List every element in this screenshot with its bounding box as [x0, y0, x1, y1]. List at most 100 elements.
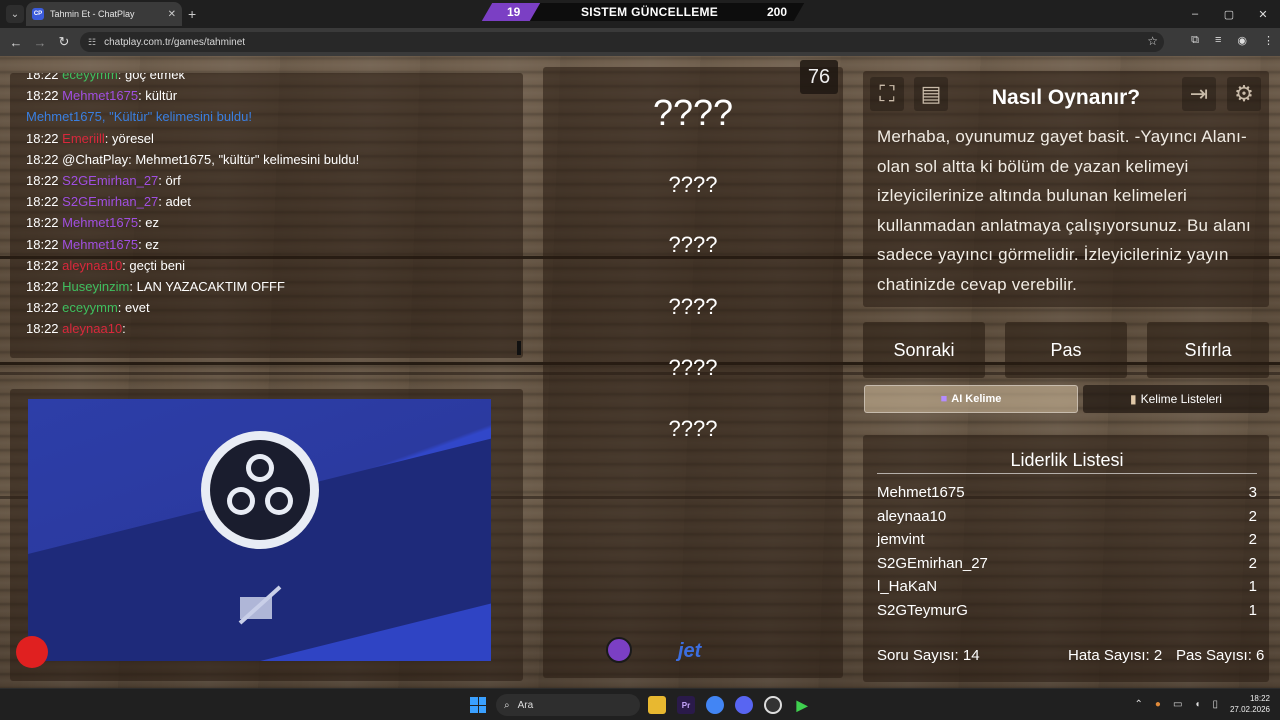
network-icon[interactable]: ▭: [1173, 699, 1182, 710]
chat-username[interactable]: aleynaa10: [62, 258, 122, 273]
leaderboard-row: S2GEmirhan_27 2: [877, 555, 1257, 572]
maximize-button[interactable]: ▢: [1212, 0, 1246, 28]
leaderboard-title: Liderlik Listesi: [1010, 450, 1124, 470]
chat-message: 18:22 Emeriill: yöresel: [26, 131, 154, 146]
chat-message: 18:22 aleynaa10: geçti beni: [26, 258, 185, 273]
pass-button[interactable]: Pas: [1005, 322, 1127, 378]
leaderboard-name: Mehmet1675: [877, 484, 965, 501]
leaderboard-row: S2GTeymurG 1: [877, 602, 1257, 619]
chat-username[interactable]: eceyymm: [62, 300, 118, 315]
reload-icon[interactable]: ↻: [52, 34, 76, 50]
leaderboard-name: S2GTeymurG: [877, 602, 968, 619]
robot-icon: ■: [940, 393, 948, 405]
leaderboard-row: Mehmet1675 3: [877, 484, 1257, 501]
chat-text: : göç etmek: [117, 73, 185, 82]
leaderboard-score: 1: [1248, 578, 1257, 596]
tab-title: Tahmin Et - ChatPlay: [50, 9, 135, 19]
site-info-icon[interactable]: ☷: [88, 37, 96, 48]
app-icon[interactable]: ▶: [793, 696, 811, 714]
chat-username[interactable]: Mehmet1675: [62, 237, 138, 252]
tab-ai-word-label: AI Kelime: [951, 393, 1002, 405]
banner-right-value: 200: [767, 5, 788, 19]
media-icon[interactable]: ≡: [1215, 34, 1221, 47]
menu-icon[interactable]: ⋮: [1263, 34, 1274, 47]
next-button[interactable]: Sonraki: [863, 322, 985, 378]
taskbar-search[interactable]: ⌕ Ara: [496, 694, 640, 716]
chat-username[interactable]: Emeriill: [62, 131, 105, 146]
chat-username[interactable]: eceyymm: [62, 73, 118, 82]
chat-username[interactable]: S2GEmirhan_27: [62, 173, 158, 188]
tab-close-icon[interactable]: ✕: [168, 9, 176, 20]
back-icon[interactable]: ←: [4, 35, 28, 50]
chat-time: 18:22: [26, 88, 59, 104]
browser-toolbar: ← → ↻ ☷ chatplay.com.tr/games/tahminet ☆…: [0, 28, 1280, 56]
obs-preview: [28, 399, 491, 661]
chat-time: 18:22: [26, 279, 59, 294]
volume-icon[interactable]: ◖: [1194, 699, 1200, 710]
chat-username[interactable]: Mehmet1675: [62, 88, 138, 103]
address-bar[interactable]: ☷ chatplay.com.tr/games/tahminet ☆: [80, 32, 1164, 52]
clock[interactable]: 18:22 27.02.2026: [1230, 693, 1270, 715]
jet-sponsor-logo: jet: [678, 640, 702, 662]
chat-text: : kültür: [138, 88, 178, 104]
profile-icon[interactable]: ◉: [1237, 34, 1247, 47]
chat-message: 18:22 eceyymm: evet: [26, 300, 150, 315]
chat-time: 18:22: [26, 257, 59, 273]
chatplay-favicon-icon: CP: [32, 8, 44, 20]
close-window-button[interactable]: ✕: [1246, 0, 1280, 28]
camera-off-icon: [238, 585, 282, 625]
file-explorer-icon[interactable]: [648, 696, 666, 714]
chat-text: : LAN YAZACAKTIM OFFF: [129, 279, 285, 294]
bookmark-star-icon[interactable]: ☆: [1147, 34, 1158, 48]
settings-gear-icon[interactable]: ⚙: [1227, 77, 1261, 111]
leaderboard-name: S2GEmirhan_27: [877, 554, 988, 572]
chat-time: 18:22: [26, 130, 59, 146]
chat-message: 18:22 eceyymm: göç etmek: [26, 73, 185, 82]
leaderboard-score: 2: [1248, 531, 1257, 549]
extensions-icon[interactable]: ⧉: [1191, 34, 1199, 47]
record-indicator: [16, 636, 48, 668]
tab-ai-word[interactable]: ■ AI Kelime: [864, 385, 1078, 413]
main-word: ????: [652, 92, 734, 133]
browser-tab[interactable]: CP Tahmin Et - ChatPlay ✕: [26, 2, 182, 26]
chat-text: @ChatPlay: Mehmet1675, "kültür" kelimesi…: [62, 151, 360, 167]
chatplay-logo-icon: [606, 637, 632, 663]
tab-word-lists[interactable]: ▮ Kelime Listeleri: [1083, 385, 1269, 413]
exit-icon[interactable]: ⇥: [1182, 77, 1216, 111]
battery-icon[interactable]: ▯: [1212, 699, 1218, 710]
chat-time: 18:22: [26, 73, 59, 82]
new-tab-button[interactable]: +: [188, 6, 196, 22]
chat-username[interactable]: Huseyinzim: [62, 279, 129, 294]
question-count: Soru Sayısı: 14: [877, 647, 980, 664]
leaderboard-name: l_HaKaN: [877, 578, 938, 596]
start-icon[interactable]: [470, 697, 486, 713]
chat-text: : geçti beni: [122, 257, 186, 273]
premiere-icon[interactable]: Pr: [677, 696, 695, 714]
chat-message: Mehmet1675, "Kültür" kelimesini buldu!: [26, 109, 252, 124]
obs-icon[interactable]: [764, 696, 782, 714]
chrome-icon[interactable]: [706, 696, 724, 714]
forward-icon[interactable]: →: [28, 35, 52, 50]
discord-icon[interactable]: [735, 696, 753, 714]
microphone-icon[interactable]: ●: [1155, 699, 1161, 710]
leaderboard-score: 2: [1248, 507, 1257, 525]
chat-scrollbar[interactable]: [517, 341, 521, 355]
obs-logo-icon: [201, 431, 319, 549]
search-icon: ⌕: [504, 699, 510, 711]
chat-panel: 18:22 eceyymm: göç etmek 18:22 Mehmet1675…: [10, 73, 523, 358]
tab-search-button[interactable]: ⌄: [6, 5, 24, 23]
minimize-button[interactable]: –: [1178, 0, 1212, 28]
chat-username[interactable]: S2GEmirhan_27: [62, 194, 158, 209]
chat-time: 18:22: [26, 215, 59, 231]
chat-username[interactable]: aleynaa10: [62, 321, 122, 336]
hidden-word-2: ????: [668, 232, 718, 257]
chat-message: 18:22 aleynaa10:: [26, 321, 126, 336]
chat-username[interactable]: Mehmet1675: [62, 215, 138, 230]
leaderboard-name: jemvint: [877, 531, 925, 549]
chevron-up-icon[interactable]: ⌃: [1135, 699, 1143, 710]
banner-left-value: 19: [507, 5, 521, 19]
reset-button[interactable]: Sıfırla: [1147, 322, 1269, 378]
error-count: Hata Sayısı: 2: [1068, 647, 1163, 664]
chat-text: : evet: [117, 300, 150, 316]
chat-text: : adet: [158, 194, 191, 210]
